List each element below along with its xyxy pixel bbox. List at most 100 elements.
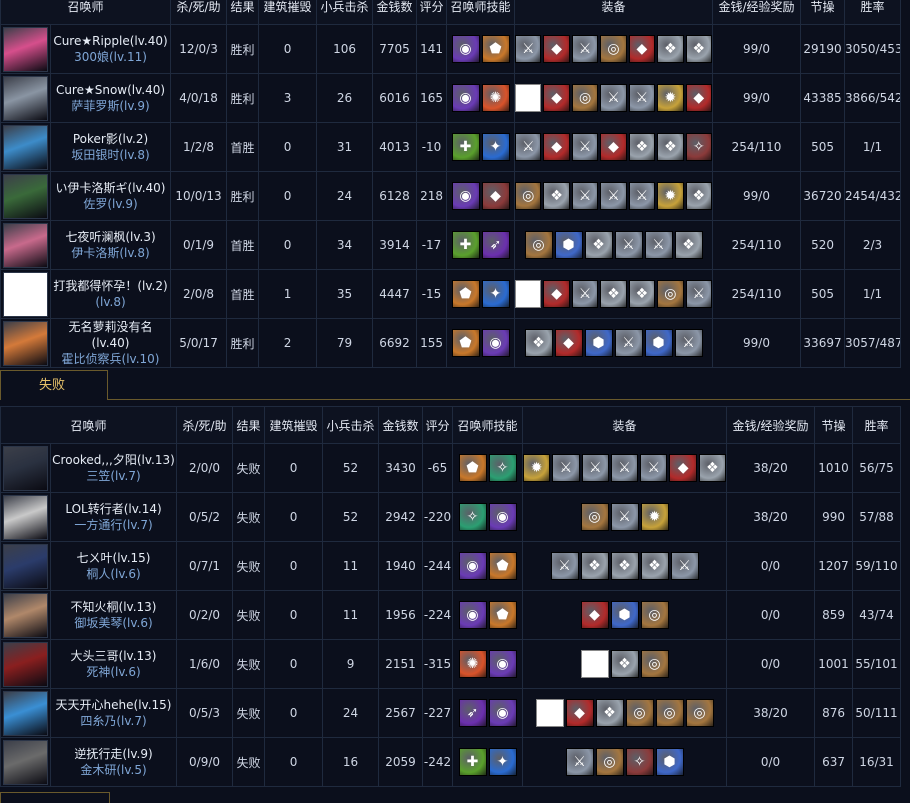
summoner-name[interactable]: い伊卡洛斯ギ(lv.40) xyxy=(52,180,170,196)
item-boots-icon[interactable]: ❖ xyxy=(685,35,712,63)
item-gold-icon[interactable]: ✹ xyxy=(523,454,551,482)
skill-purple-swirl-icon[interactable]: ◉ xyxy=(451,182,480,210)
player-row[interactable]: Poker影(lv.2) 坂田银时(lv.8) 1/2/8 首胜 0 31 4013 -10 ✚… xyxy=(0,122,902,172)
player-avatar[interactable] xyxy=(3,320,48,366)
hero-name[interactable]: 霍比侦察兵(lv.10) xyxy=(52,351,170,367)
item-boots-icon[interactable]: ❖ xyxy=(628,280,656,308)
skill-blue-flash-icon[interactable]: ✦ xyxy=(481,280,510,308)
summoner-name[interactable]: 打我都得怀孕！(lv.2) xyxy=(52,278,170,294)
item-sword-icon[interactable]: ⚔ xyxy=(610,454,639,482)
skill-orange-shield-icon[interactable]: ⬟ xyxy=(451,329,480,357)
skill-green-heal-icon[interactable]: ✚ xyxy=(451,133,480,161)
hero-name[interactable]: 金木研(lv.5) xyxy=(52,762,176,778)
item-red-icon[interactable]: ◆ xyxy=(543,280,570,308)
item-boots-icon[interactable]: ❖ xyxy=(584,231,613,259)
item-sword-icon[interactable]: ⚔ xyxy=(670,552,699,580)
item-red-icon[interactable]: ◆ xyxy=(669,454,697,482)
skill-orange-shield-icon[interactable]: ⬟ xyxy=(481,35,510,63)
skill-green-heal-icon[interactable]: ✚ xyxy=(451,231,480,259)
hero-name[interactable]: 桐人(lv.6) xyxy=(52,566,176,582)
hero-name[interactable]: (lv.8) xyxy=(52,294,170,310)
player-row[interactable]: Crooked,,,夕阳(lv.13) 三笠(lv.7) 2/0/0 失败 0 52 343… xyxy=(0,443,902,493)
item-sword-icon[interactable]: ⚔ xyxy=(581,454,609,482)
player-row[interactable]: Cure★Ripple(lv.40) 300娘(lv.11) 12/0/3 胜利 0 10… xyxy=(0,24,902,74)
item-ring-icon[interactable]: ◎ xyxy=(600,35,627,63)
player-avatar[interactable] xyxy=(3,75,48,121)
item-broken-icon[interactable] xyxy=(515,84,542,112)
player-avatar[interactable] xyxy=(3,26,48,72)
player-avatar[interactable] xyxy=(3,271,48,317)
item-sword-icon[interactable]: ⚔ xyxy=(674,329,703,357)
item-sword-icon[interactable]: ⚔ xyxy=(571,35,599,63)
item-ring-icon[interactable]: ◎ xyxy=(595,748,624,776)
summoner-name[interactable]: 七夜听澜枫(lv.3) xyxy=(52,229,170,245)
summoner-name[interactable]: Poker影(lv.2) xyxy=(52,131,170,147)
item-sword-icon[interactable]: ⚔ xyxy=(614,329,643,357)
summoner-name[interactable]: Cure★Snow(lv.40) xyxy=(52,82,170,98)
item-red-icon[interactable]: ◆ xyxy=(543,35,570,63)
player-row[interactable]: い伊卡洛斯ギ(lv.40) 佐罗(lv.9) 10/0/13 胜利 0 24 6128 218… xyxy=(0,171,902,221)
summoner-name[interactable]: Crooked,,,夕阳(lv.13) xyxy=(52,452,176,468)
item-blue-potion-icon[interactable]: ⬢ xyxy=(655,748,684,776)
hero-name[interactable]: 坂田银时(lv.8) xyxy=(52,147,170,163)
skill-fire-icon[interactable]: ✺ xyxy=(481,84,510,112)
skill-orange-shield-icon[interactable]: ⬟ xyxy=(458,454,487,482)
hero-name[interactable]: 一方通行(lv.7) xyxy=(52,517,176,533)
item-sword-icon[interactable]: ⚔ xyxy=(600,182,627,210)
item-boots-icon[interactable]: ❖ xyxy=(610,552,639,580)
item-sword-icon[interactable]: ⚔ xyxy=(565,748,594,776)
hero-name[interactable]: 死神(lv.6) xyxy=(52,664,176,680)
skill-orange-shield-icon[interactable]: ⬟ xyxy=(488,552,517,580)
item-sword-icon[interactable]: ⚔ xyxy=(628,182,656,210)
item-red-icon[interactable]: ◆ xyxy=(580,601,609,629)
summoner-name[interactable]: 大头三哥(lv.13) xyxy=(52,648,176,664)
player-row[interactable]: 七ㄨ叶(lv.15) 桐人(lv.6) 0/7/1 失败 0 11 1940 -244 ◉ ⬟ ⚔ ❖… xyxy=(0,541,902,591)
player-avatar[interactable] xyxy=(3,445,48,491)
item-sword-icon[interactable]: ⚔ xyxy=(640,454,668,482)
item-blue-potion-icon[interactable]: ⬢ xyxy=(644,329,673,357)
item-sword-icon[interactable]: ⚔ xyxy=(571,133,599,161)
item-boots-icon[interactable]: ❖ xyxy=(610,650,639,678)
item-boots-icon[interactable]: ❖ xyxy=(628,133,656,161)
player-row[interactable]: 无名萝莉没有名(lv.40) 霍比侦察兵(lv.10) 5/0/17 胜利 2 79 669… xyxy=(0,318,902,368)
player-avatar[interactable] xyxy=(3,543,48,589)
item-sword-icon[interactable]: ⚔ xyxy=(614,231,643,259)
lose-tab[interactable]: 失败 xyxy=(0,370,108,400)
skill-purple-swirl-icon[interactable]: ◉ xyxy=(451,35,480,63)
item-ring-icon[interactable]: ◎ xyxy=(640,601,669,629)
skill-purple-swirl-icon[interactable]: ◉ xyxy=(488,699,517,727)
item-sword-icon[interactable]: ⚔ xyxy=(571,280,599,308)
item-sword-icon[interactable]: ⚔ xyxy=(628,84,656,112)
player-avatar[interactable] xyxy=(3,222,48,268)
item-sword-icon[interactable]: ⚔ xyxy=(515,35,542,63)
item-sword-icon[interactable]: ⚔ xyxy=(550,552,579,580)
item-blue-potion-icon[interactable]: ⬢ xyxy=(584,329,613,357)
item-boots-icon[interactable]: ❖ xyxy=(657,133,684,161)
item-sword-icon[interactable]: ⚔ xyxy=(515,133,542,161)
player-row[interactable]: Cure★Snow(lv.40) 萨菲罗斯(lv.9) 4/0/18 胜利 3 26 601… xyxy=(0,73,902,123)
item-boots-icon[interactable]: ❖ xyxy=(685,182,712,210)
skill-orange-shield-icon[interactable]: ⬟ xyxy=(451,280,480,308)
item-boots-icon[interactable]: ❖ xyxy=(580,552,609,580)
skill-blue-flash-icon[interactable]: ✦ xyxy=(488,748,517,776)
item-boots-icon[interactable]: ❖ xyxy=(600,280,627,308)
player-row[interactable]: 大头三哥(lv.13) 死神(lv.6) 1/6/0 失败 0 9 2151 -315 ✺ ◉ ❖ ◎… xyxy=(0,639,902,689)
item-gold-icon[interactable]: ✹ xyxy=(657,182,684,210)
skill-ghost-run-icon[interactable]: ➶ xyxy=(481,231,510,259)
item-teleport-icon[interactable]: ✧ xyxy=(625,748,654,776)
item-ring-icon[interactable]: ◎ xyxy=(515,182,542,210)
item-boots-icon[interactable]: ❖ xyxy=(524,329,553,357)
summoner-name[interactable]: 七ㄨ叶(lv.15) xyxy=(52,550,176,566)
skill-purple-swirl-icon[interactable]: ◉ xyxy=(488,650,517,678)
item-red-icon[interactable]: ◆ xyxy=(628,35,656,63)
item-sword-icon[interactable]: ⚔ xyxy=(571,182,599,210)
item-ring-icon[interactable]: ◎ xyxy=(571,84,599,112)
skill-purple-swirl-icon[interactable]: ◉ xyxy=(451,84,480,112)
player-avatar[interactable] xyxy=(3,124,48,170)
skill-red-icon[interactable]: ◆ xyxy=(481,182,510,210)
item-gold-icon[interactable]: ✹ xyxy=(640,503,669,531)
item-red-icon[interactable]: ◆ xyxy=(543,84,570,112)
item-sword-icon[interactable]: ⚔ xyxy=(552,454,580,482)
item-boots-icon[interactable]: ❖ xyxy=(674,231,703,259)
item-red-icon[interactable]: ◆ xyxy=(600,133,627,161)
